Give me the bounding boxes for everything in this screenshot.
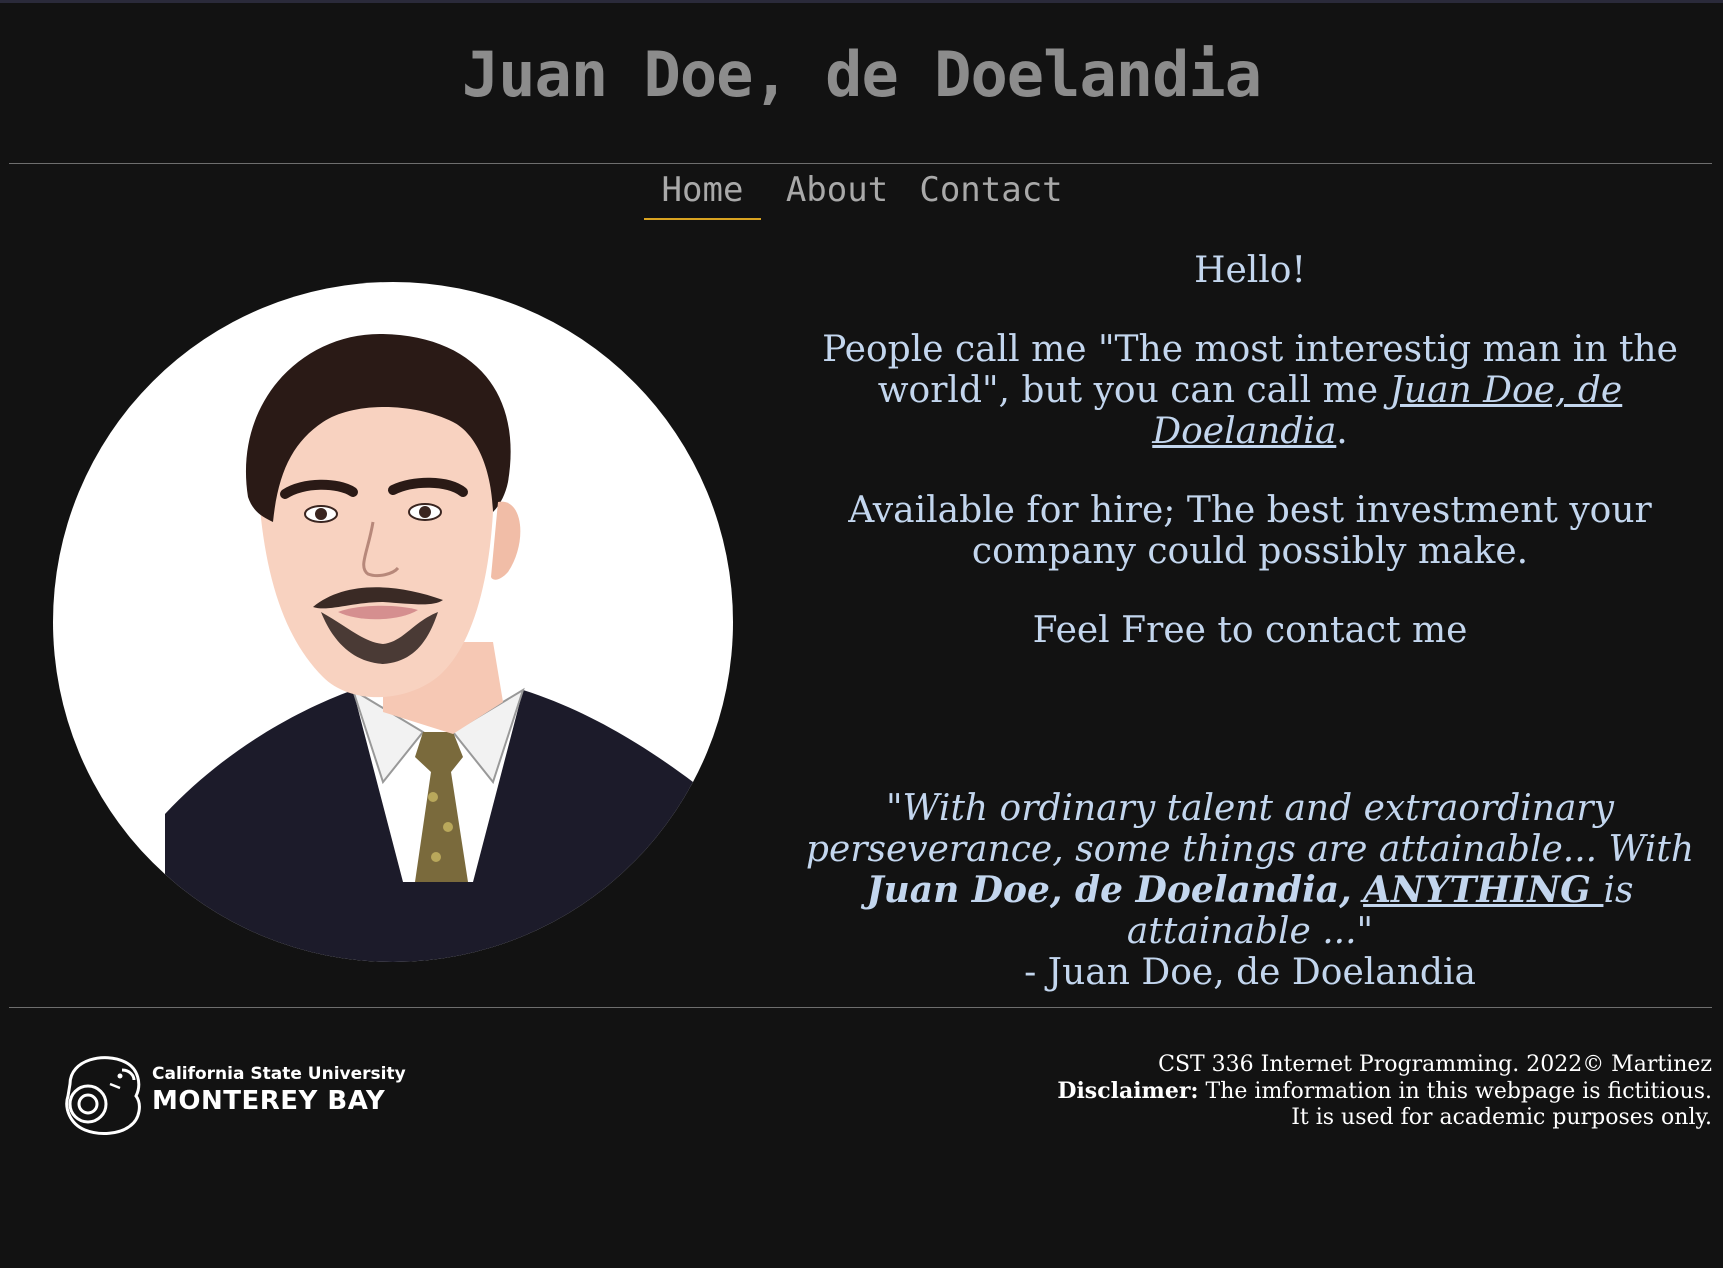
disclaimer-line2: It is used for academic purposes only. [1291,1105,1712,1130]
site-header: Juan Doe, de Doelandia [0,0,1723,164]
intro-section: Hello! People call me "The most interest… [780,250,1720,651]
contact-prompt-text: Feel Free to contact me [1032,610,1468,651]
footer-text: CST 336 Internet Programming. 2022© Mart… [812,1052,1712,1131]
quote-name: Juan Doe, de Doelandia, [866,869,1352,911]
call-me-end: . [1336,411,1348,452]
nav-contact-link[interactable]: Contact [916,168,1066,218]
csumb-logo: California State University MONTEREY BAY [50,1044,406,1140]
quote-text: "With ordinary talent and extraordinary … [780,788,1720,952]
main-nav: Home About Contact [0,168,1723,220]
header-divider [9,163,1712,164]
quote-anything: ANYTHING [1363,869,1604,911]
otter-logo-icon [65,1056,141,1135]
quote-part1: "With ordinary talent and extraordinary … [805,788,1695,870]
call-me-paragraph: People call me "The most interestig man … [780,329,1720,452]
cartoon-portrait-icon [165,333,693,962]
disclaimer-text: The imformation in this webpage is ficti… [1198,1079,1712,1104]
disclaimer-label: Disclaimer: [1057,1078,1199,1104]
greeting-text: Hello! [1194,250,1306,291]
nav-home-link[interactable]: Home [644,168,761,220]
quote-space [1352,870,1363,911]
site-footer: California State University MONTEREY BAY… [0,1008,1723,1268]
logo-line2: MONTEREY BAY [152,1086,386,1116]
disclaimer-line: Disclaimer: The imformation in this webp… [812,1078,1712,1105]
quote-section: "With ordinary talent and extraordinary … [780,788,1720,993]
logo-line1: California State University [152,1064,406,1084]
nav-about-link[interactable]: About [776,168,898,218]
hire-text: Available for hire; The best investment … [848,490,1652,572]
course-text: CST 336 Internet Programming. 2022© Mart… [1158,1052,1712,1077]
page-title: Juan Doe, de Doelandia [461,38,1262,111]
portrait-image [53,282,733,962]
quote-attribution: - Juan Doe, de Doelandia [1024,952,1476,993]
